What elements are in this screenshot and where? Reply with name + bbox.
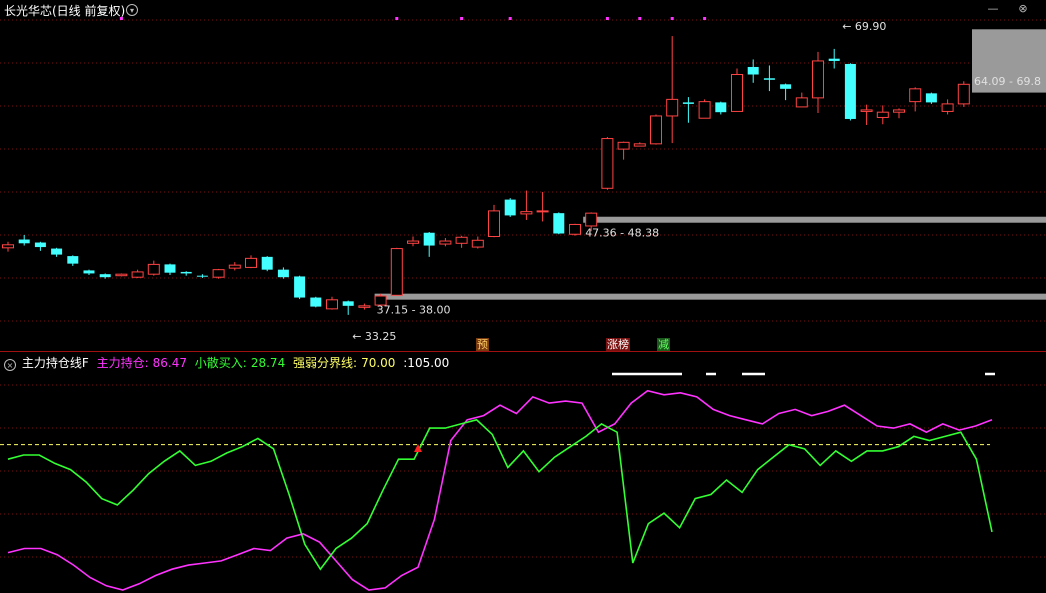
candle-body — [83, 270, 95, 274]
chart-canvas[interactable]: ← 69.90 ← 33.25 64.09 - 69.8 47.36 - 48.38 3… — [0, 0, 1046, 593]
candle-body — [682, 102, 694, 104]
signal-dot — [670, 17, 674, 20]
candle-body — [536, 210, 549, 213]
candle-body — [715, 102, 727, 113]
candle-body — [876, 111, 889, 118]
candle-body — [860, 109, 873, 112]
candle-body — [941, 103, 954, 112]
candle-body — [115, 273, 128, 277]
candle-body — [828, 58, 840, 61]
chart-title: 长光华芯(日线 前复权) — [4, 2, 125, 19]
candle-body — [633, 143, 646, 147]
main-force-label: 主力持仓: — [96, 356, 149, 370]
candle-body — [390, 248, 403, 296]
candle-body — [34, 242, 46, 248]
candle-body — [261, 256, 273, 270]
candle-body — [358, 305, 371, 308]
boundary-value: 70.00 — [361, 356, 396, 370]
panel-divider — [0, 351, 1046, 352]
boundary-label: 强弱分界线: — [293, 356, 358, 370]
candle-body — [51, 248, 63, 255]
signal-dot — [460, 17, 464, 20]
candle-body — [439, 240, 452, 245]
candle-body — [147, 263, 160, 275]
retail-value: 28.74 — [250, 356, 286, 370]
zone-bar-upper — [583, 216, 1046, 223]
candle-body — [310, 297, 322, 307]
candle-body — [245, 257, 257, 268]
candle-body — [569, 223, 581, 235]
high-price-label: ← 69.90 — [842, 20, 886, 33]
candle-body — [812, 60, 824, 99]
extra-value: :105.00 — [403, 356, 450, 370]
candle-body — [67, 256, 79, 264]
candle-body — [666, 98, 679, 117]
close-icon[interactable]: ⊗ — [1017, 3, 1029, 15]
candle-body — [504, 199, 516, 216]
signal-dot — [508, 17, 512, 20]
candle-body — [18, 239, 30, 244]
main-force-value: 86.47 — [152, 356, 187, 370]
candle-body — [164, 264, 176, 273]
indicator-settings-icon[interactable]: × — [4, 359, 16, 371]
candle-body — [585, 212, 598, 227]
candle-body — [326, 299, 338, 310]
candle-body — [650, 115, 662, 145]
indicator-name[interactable]: 主力持仓线F — [22, 356, 89, 370]
candle-body — [342, 301, 354, 306]
signal-yu: 预 — [476, 338, 489, 351]
candle-body — [747, 66, 759, 75]
candle-body — [423, 232, 435, 246]
candle-body — [294, 276, 306, 298]
stock-name: 长光华芯(日线 前复权) — [4, 4, 126, 18]
candle-body — [131, 271, 144, 278]
candle-body — [763, 78, 775, 80]
candle-body — [99, 274, 111, 278]
candle-body — [488, 210, 500, 238]
signal-jian: 减 — [657, 338, 670, 351]
signal-dot — [703, 17, 707, 20]
signal-dot — [605, 17, 609, 20]
minimize-icon[interactable]: — — [987, 3, 999, 15]
candle-body — [212, 269, 225, 278]
candle-body — [617, 141, 630, 150]
low-price-label: ← 33.25 — [352, 330, 396, 343]
candle-body — [925, 93, 937, 103]
candle-body — [2, 244, 14, 249]
zone-bar-lower — [374, 293, 1046, 300]
candle-body — [455, 236, 468, 244]
candle-body — [471, 239, 484, 248]
main-force-line — [7, 389, 993, 591]
signal-dot — [395, 17, 399, 20]
candle-body — [795, 97, 808, 108]
candle-body — [909, 88, 922, 103]
candle-body — [520, 211, 533, 215]
retail-label: 小散买入: — [194, 356, 247, 370]
candle-body — [698, 101, 711, 119]
candle-body — [277, 269, 289, 278]
stock-chart-window: ← 69.90 ← 33.25 64.09 - 69.8 47.36 - 48.38 3… — [0, 0, 1046, 593]
candle-body — [893, 109, 905, 113]
candle-body — [196, 275, 208, 277]
upper-zone-label: 47.36 - 48.38 — [585, 227, 659, 240]
indicator-header: × 主力持仓线F 主力持仓: 86.47 小散买入: 28.74 强弱分界线: 70.… — [4, 354, 453, 371]
candle-body — [228, 264, 241, 269]
candle-body — [601, 138, 614, 189]
candle-body — [780, 84, 792, 89]
right-zone-label: 64.09 - 69.8 — [974, 75, 1041, 88]
lower-zone-label: 37.15 - 38.00 — [377, 304, 451, 317]
signal-zhangbang: 涨榜 — [606, 338, 630, 351]
candle-body — [180, 271, 192, 274]
signal-dot — [638, 17, 642, 20]
candle-body — [844, 63, 856, 119]
candle-body — [731, 74, 743, 112]
retail-line — [7, 418, 993, 571]
candle-body — [407, 240, 419, 244]
dropdown-icon[interactable]: ▾ — [126, 4, 138, 16]
candle-body — [957, 83, 970, 105]
candle-body — [553, 213, 565, 234]
